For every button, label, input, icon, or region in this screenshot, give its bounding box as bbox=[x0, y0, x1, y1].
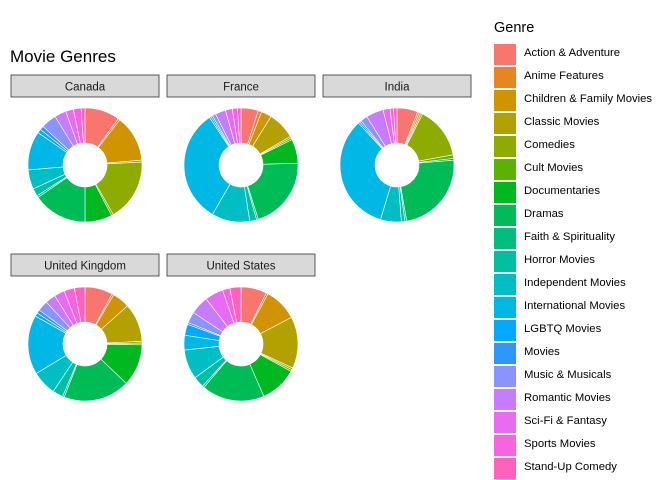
legend-swatch bbox=[494, 159, 516, 180]
legend-label: Comedies bbox=[524, 139, 575, 151]
facet-united-states: United States bbox=[166, 253, 316, 402]
legend-label: Children & Family Movies bbox=[524, 93, 653, 105]
legend-label: Music & Musicals bbox=[524, 369, 612, 381]
legend-label: Anime Features bbox=[524, 70, 604, 82]
legend-swatch bbox=[494, 297, 516, 318]
legend-label: Classic Movies bbox=[524, 116, 600, 128]
legend-swatch bbox=[494, 435, 516, 456]
legend-item-stand-up-comedy: Stand-Up Comedy bbox=[494, 457, 617, 480]
facet-label: France bbox=[223, 82, 259, 94]
facet-label: United Kingdom bbox=[44, 261, 126, 273]
legend-item-anime-features: Anime Features bbox=[494, 66, 604, 89]
legend-swatch bbox=[494, 136, 516, 157]
facet-label: India bbox=[385, 82, 411, 94]
legend-label: Faith & Spirituality bbox=[524, 231, 616, 243]
legend-item-sci-fi-fantasy: Sci-Fi & Fantasy bbox=[494, 411, 607, 434]
legend-items: Action & Adventure Anime Features Children… bbox=[494, 43, 652, 480]
legend-label: Documentaries bbox=[524, 185, 600, 197]
legend-item-movies: Movies bbox=[494, 342, 560, 365]
legend-swatch bbox=[494, 366, 516, 387]
slice-dramas bbox=[400, 159, 455, 222]
facet-india: India bbox=[322, 74, 472, 223]
legend-swatch bbox=[494, 228, 516, 249]
facet-label: Canada bbox=[65, 82, 106, 94]
legend-label: Action & Adventure bbox=[524, 47, 621, 59]
legend-swatch bbox=[494, 458, 516, 479]
legend-swatch bbox=[494, 412, 516, 433]
legend-swatch bbox=[494, 320, 516, 341]
facet-canada: Canada bbox=[10, 74, 160, 223]
legend-item-comedies: Comedies bbox=[494, 135, 575, 158]
legend-item-sports-movies: Sports Movies bbox=[494, 434, 596, 457]
legend: Genre Action & Adventure Anime Features Ch… bbox=[494, 20, 652, 480]
legend-swatch bbox=[494, 90, 516, 111]
legend-swatch bbox=[494, 343, 516, 364]
legend-title: Genre bbox=[494, 20, 535, 36]
chart-root: Movie Genres Canada France India United Kin… bbox=[0, 0, 672, 480]
legend-label: Stand-Up Comedy bbox=[524, 461, 617, 473]
legend-swatch bbox=[494, 389, 516, 410]
facet-united-kingdom: United Kingdom bbox=[10, 253, 160, 402]
legend-label: Independent Movies bbox=[524, 277, 626, 289]
legend-item-romantic-movies: Romantic Movies bbox=[494, 388, 611, 411]
legend-swatch bbox=[494, 205, 516, 226]
legend-label: Cult Movies bbox=[524, 162, 584, 174]
legend-label: Sports Movies bbox=[524, 438, 596, 450]
legend-label: Sci-Fi & Fantasy bbox=[524, 415, 607, 427]
legend-item-international-movies: International Movies bbox=[494, 296, 625, 319]
legend-label: LGBTQ Movies bbox=[524, 323, 602, 335]
legend-item-documentaries: Documentaries bbox=[494, 181, 600, 204]
legend-swatch bbox=[494, 274, 516, 295]
legend-swatch bbox=[494, 251, 516, 272]
legend-item-action-adventure: Action & Adventure bbox=[494, 43, 620, 66]
legend-swatch bbox=[494, 67, 516, 88]
legend-swatch bbox=[494, 113, 516, 134]
facet-label: United States bbox=[206, 261, 275, 273]
legend-item-independent-movies: Independent Movies bbox=[494, 273, 626, 296]
legend-item-horror-movies: Horror Movies bbox=[494, 250, 595, 273]
legend-item-faith-spirituality: Faith & Spirituality bbox=[494, 227, 615, 250]
legend-item-classic-movies: Classic Movies bbox=[494, 112, 599, 135]
legend-label: Dramas bbox=[524, 208, 564, 220]
legend-item-dramas: Dramas bbox=[494, 204, 564, 227]
legend-swatch bbox=[494, 44, 516, 65]
legend-label: Horror Movies bbox=[524, 254, 595, 266]
legend-item-cult-movies: Cult Movies bbox=[494, 158, 583, 181]
legend-item-children-family-movies: Children & Family Movies bbox=[494, 89, 652, 112]
legend-label: International Movies bbox=[524, 300, 626, 312]
legend-swatch bbox=[494, 182, 516, 203]
legend-label: Romantic Movies bbox=[524, 392, 611, 404]
legend-item-lgbtq-movies: LGBTQ Movies bbox=[494, 319, 601, 342]
facet-france: France bbox=[166, 74, 316, 223]
legend-item-music-musicals: Music & Musicals bbox=[494, 365, 611, 388]
legend-label: Movies bbox=[524, 346, 560, 358]
facets-svg: Canada France India United Kingdom United St… bbox=[10, 74, 472, 402]
